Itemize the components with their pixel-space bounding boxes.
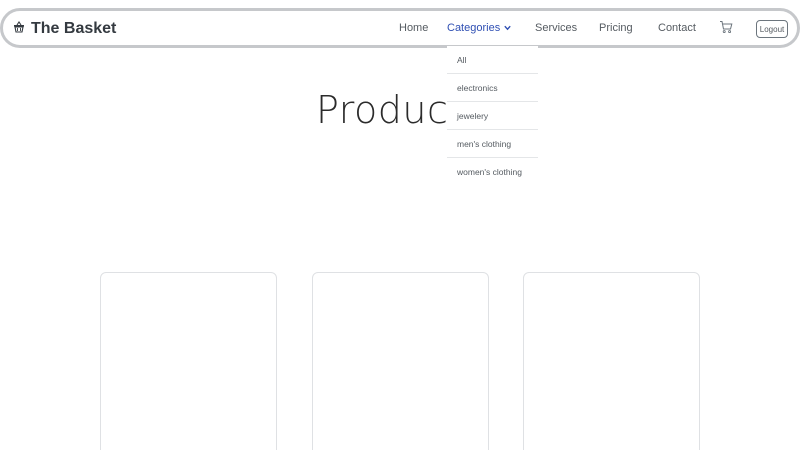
chevron-down-icon xyxy=(504,22,511,34)
dropdown-item-all[interactable]: All xyxy=(447,46,538,74)
basket-icon xyxy=(13,20,25,38)
nav-home[interactable]: Home xyxy=(399,22,428,34)
page-title: Products xyxy=(315,88,485,132)
dropdown-item-jewelery[interactable]: jewelery xyxy=(447,102,538,130)
logout-button[interactable]: Logout xyxy=(756,20,788,38)
cart-icon[interactable] xyxy=(719,20,737,38)
categories-dropdown: All electronics jewelery men's clothing … xyxy=(447,46,538,186)
dropdown-item-womens-clothing[interactable]: women's clothing xyxy=(447,158,538,186)
brand-link[interactable]: The Basket xyxy=(13,18,116,40)
navbar: The Basket Home Categories Services Pric… xyxy=(0,8,800,48)
product-card[interactable] xyxy=(523,272,700,450)
nav-services[interactable]: Services xyxy=(535,22,577,34)
nav-pricing[interactable]: Pricing xyxy=(599,22,633,34)
dropdown-item-mens-clothing[interactable]: men's clothing xyxy=(447,130,538,158)
product-card[interactable] xyxy=(100,272,277,450)
nav-contact[interactable]: Contact xyxy=(658,22,696,34)
nav-categories-label: Categories xyxy=(447,22,501,34)
product-card[interactable] xyxy=(312,272,489,450)
brand-title: The Basket xyxy=(31,20,117,37)
dropdown-item-electronics[interactable]: electronics xyxy=(447,74,538,102)
nav-categories[interactable]: Categories xyxy=(447,22,511,34)
